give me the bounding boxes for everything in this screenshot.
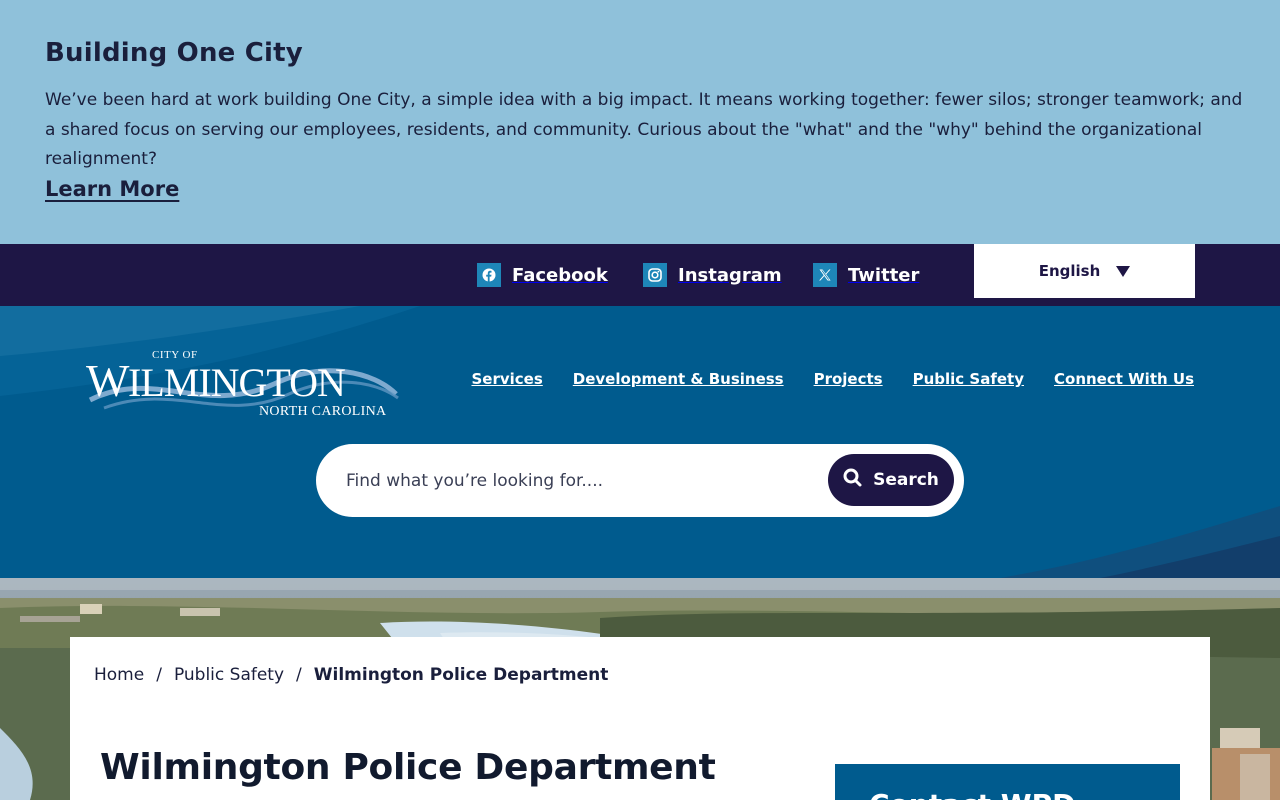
search-icon bbox=[843, 468, 863, 492]
language-selector[interactable]: English bbox=[974, 244, 1195, 298]
facebook-icon bbox=[477, 263, 501, 287]
city-logo[interactable]: CITY OF W ILMINGTON NORTH CAROLINA bbox=[84, 338, 404, 419]
breadcrumb: Home / Public Safety / Wilmington Police… bbox=[94, 665, 608, 685]
search-bar: Search bbox=[316, 444, 964, 517]
site-header: CITY OF W ILMINGTON NORTH CAROLINA Servi… bbox=[0, 306, 1280, 578]
nav-connect-with-us[interactable]: Connect With Us bbox=[1054, 370, 1194, 388]
contact-title: Contact WPD bbox=[869, 788, 1075, 800]
breadcrumb-home[interactable]: Home bbox=[94, 665, 144, 685]
language-label: English bbox=[1038, 262, 1101, 280]
twitter-label: Twitter bbox=[848, 264, 920, 286]
x-twitter-icon bbox=[813, 263, 837, 287]
contact-sidebar-box: Contact WPD bbox=[835, 764, 1180, 800]
page-title: Wilmington Police Department bbox=[100, 747, 716, 788]
content-card: Home / Public Safety / Wilmington Police… bbox=[70, 637, 1210, 800]
breadcrumb-public-safety[interactable]: Public Safety bbox=[174, 665, 284, 685]
nav-services[interactable]: Services bbox=[471, 370, 542, 388]
instagram-link[interactable]: Instagram bbox=[643, 262, 782, 288]
alert-banner: Building One City We’ve been hard at wor… bbox=[0, 0, 1280, 244]
breadcrumb-current: Wilmington Police Department bbox=[313, 665, 609, 685]
alert-title: Building One City bbox=[45, 38, 303, 68]
nav-public-safety[interactable]: Public Safety bbox=[913, 370, 1024, 388]
caret-down-icon bbox=[1116, 265, 1131, 277]
nav-development-business[interactable]: Development & Business bbox=[573, 370, 784, 388]
facebook-label: Facebook bbox=[512, 264, 608, 286]
svg-text:W: W bbox=[86, 355, 130, 406]
twitter-link[interactable]: Twitter bbox=[813, 262, 919, 288]
facebook-link[interactable]: Facebook bbox=[477, 262, 608, 288]
utility-bar: Facebook Instagram Twitter English bbox=[0, 244, 1280, 306]
svg-text:ILMINGTON: ILMINGTON bbox=[128, 360, 345, 405]
instagram-label: Instagram bbox=[678, 264, 782, 286]
search-button[interactable]: Search bbox=[828, 454, 954, 506]
breadcrumb-separator: / bbox=[156, 665, 162, 685]
search-button-label: Search bbox=[873, 470, 939, 490]
search-input[interactable] bbox=[346, 464, 826, 498]
instagram-icon bbox=[643, 263, 667, 287]
learn-more-link[interactable]: Learn More bbox=[45, 177, 179, 201]
breadcrumb-separator: / bbox=[296, 665, 302, 685]
alert-body: We’ve been hard at work building One Cit… bbox=[45, 90, 1243, 169]
svg-text:NORTH CAROLINA: NORTH CAROLINA bbox=[259, 404, 387, 418]
main-nav: Services Development & Business Projects… bbox=[471, 370, 1194, 388]
nav-projects[interactable]: Projects bbox=[814, 370, 883, 388]
